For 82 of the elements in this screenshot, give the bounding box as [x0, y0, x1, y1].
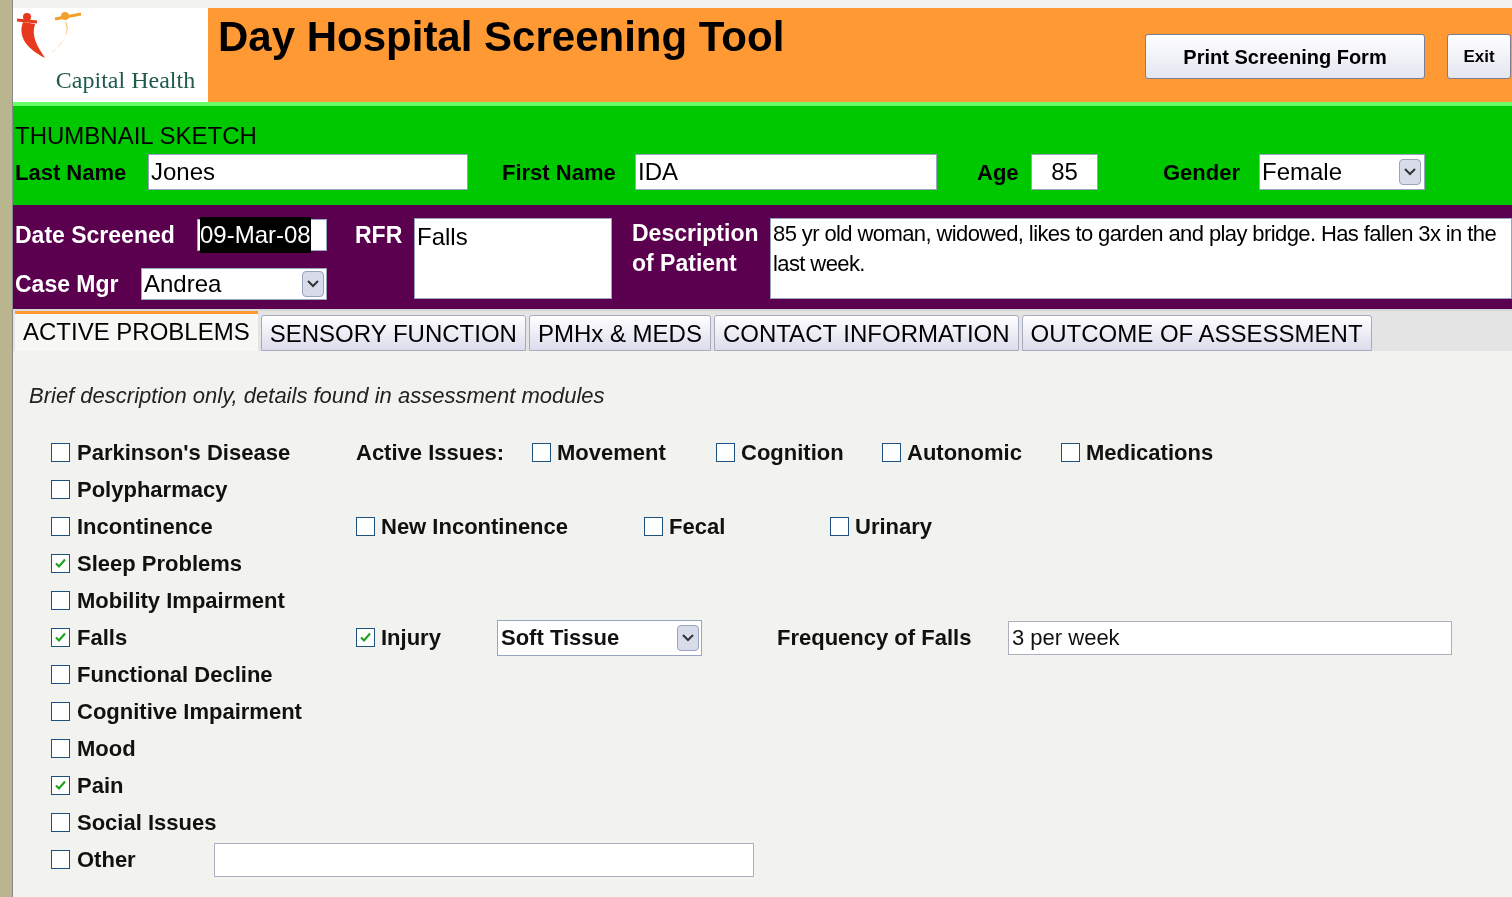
checkbox-label: New Incontinence [381, 513, 569, 541]
field-label: RFR [355, 221, 404, 250]
checkbox-label: Mood [77, 735, 136, 763]
field-label: Description of Patient [632, 219, 760, 278]
input-field[interactable]: IDA [635, 154, 937, 190]
checkbox-label: Fecal [669, 513, 726, 541]
checkbox[interactable] [532, 443, 551, 462]
case-manager-select[interactable]: Andrea [141, 267, 327, 300]
field-label: Date Screened [15, 221, 176, 250]
field-label: Last Name [15, 158, 128, 187]
input-field[interactable] [214, 842, 754, 877]
check-icon [54, 779, 67, 792]
checkbox-label: Incontinence [77, 513, 213, 541]
checkbox[interactable] [51, 517, 70, 536]
checkbox-label: Polypharmacy [77, 476, 228, 504]
tab[interactable]: ACTIVE PROBLEMS [15, 311, 258, 351]
checkbox-label: Other [77, 846, 136, 874]
field-label: Active Issues: [356, 440, 504, 465]
checkbox[interactable] [51, 813, 70, 832]
check-icon [54, 557, 67, 570]
dropdown-button[interactable] [677, 624, 699, 651]
checkbox[interactable] [51, 443, 70, 462]
checkbox[interactable] [356, 517, 375, 536]
checkbox-label: Cognition [741, 439, 844, 467]
section-heading: THUMBNAIL SKETCH [15, 122, 258, 150]
tab[interactable]: SENSORY FUNCTION [260, 315, 526, 351]
checkbox[interactable] [51, 665, 70, 684]
checkbox-label: Urinary [855, 513, 933, 541]
description-field[interactable]: 85 yr old woman, widowed, likes to garden and play bridge. Has fallen 3x in the last week. [770, 218, 1512, 299]
logo-text: Capital Health [55, 68, 196, 92]
chevron-down-icon [1404, 168, 1416, 176]
checkbox-label: Parkinson's Disease [77, 439, 291, 467]
print-button[interactable]: Print Screening Form [1145, 34, 1425, 79]
tab[interactable]: CONTACT INFORMATION [713, 315, 1019, 351]
input-field[interactable]: 85 [1031, 154, 1098, 190]
checkbox-label: Sleep Problems [77, 550, 243, 578]
checkbox[interactable] [51, 776, 70, 795]
input-field[interactable]: Jones [148, 154, 468, 190]
check-icon [54, 631, 67, 644]
check-icon [359, 631, 372, 644]
chevron-down-icon [682, 633, 694, 642]
tab[interactable]: OUTCOME OF ASSESSMENT [1021, 315, 1372, 351]
checkbox[interactable] [51, 850, 70, 869]
checkbox[interactable] [356, 628, 375, 647]
checkbox[interactable] [882, 443, 901, 462]
checkbox[interactable] [51, 554, 70, 573]
rfr-field[interactable]: Falls [414, 218, 612, 299]
checkbox[interactable] [51, 480, 70, 499]
field-label: Case Mgr [15, 269, 120, 299]
field-label: Frequency of Falls [777, 625, 972, 650]
gender-select[interactable]: Female [1259, 154, 1425, 190]
field-label: Gender [1163, 158, 1242, 187]
checkbox[interactable] [51, 628, 70, 647]
checkbox-label: Injury [381, 624, 441, 652]
field-label: First Name [502, 158, 617, 187]
checkbox[interactable] [830, 517, 849, 536]
checkbox-label: Medications [1086, 439, 1214, 467]
checkbox[interactable] [716, 443, 735, 462]
checkbox[interactable] [51, 739, 70, 758]
app-title: Day Hospital Screening Tool [218, 16, 785, 58]
dropdown-button[interactable] [1399, 159, 1421, 185]
checkbox-label: Falls [77, 624, 128, 652]
input-field[interactable]: 3 per week [1008, 620, 1452, 655]
checkbox-label: Social Issues [77, 809, 217, 837]
checkbox[interactable] [51, 702, 70, 721]
date-field[interactable]: 09-Mar-08 [197, 219, 327, 252]
field-label: Age [977, 158, 1020, 187]
checkbox[interactable] [51, 591, 70, 610]
checkbox-label: Movement [557, 439, 666, 467]
instructions-text: Brief description only, details found in assessment modules [29, 382, 606, 410]
checkbox-label: Autonomic [907, 439, 1022, 467]
checkbox-label: Functional Decline [77, 661, 273, 689]
checkbox-label: Mobility Impairment [77, 587, 285, 615]
dropdown-button[interactable] [302, 270, 324, 297]
chevron-down-icon [307, 279, 319, 288]
tab[interactable]: PMHx & MEDS [528, 315, 711, 351]
checkbox-label: Pain [77, 772, 124, 800]
injury-select[interactable]: Soft Tissue [497, 619, 702, 656]
checkbox[interactable] [644, 517, 663, 536]
checkbox[interactable] [1061, 443, 1080, 462]
checkbox-label: Cognitive Impairment [77, 698, 302, 726]
exit-button[interactable]: Exit [1447, 34, 1511, 79]
